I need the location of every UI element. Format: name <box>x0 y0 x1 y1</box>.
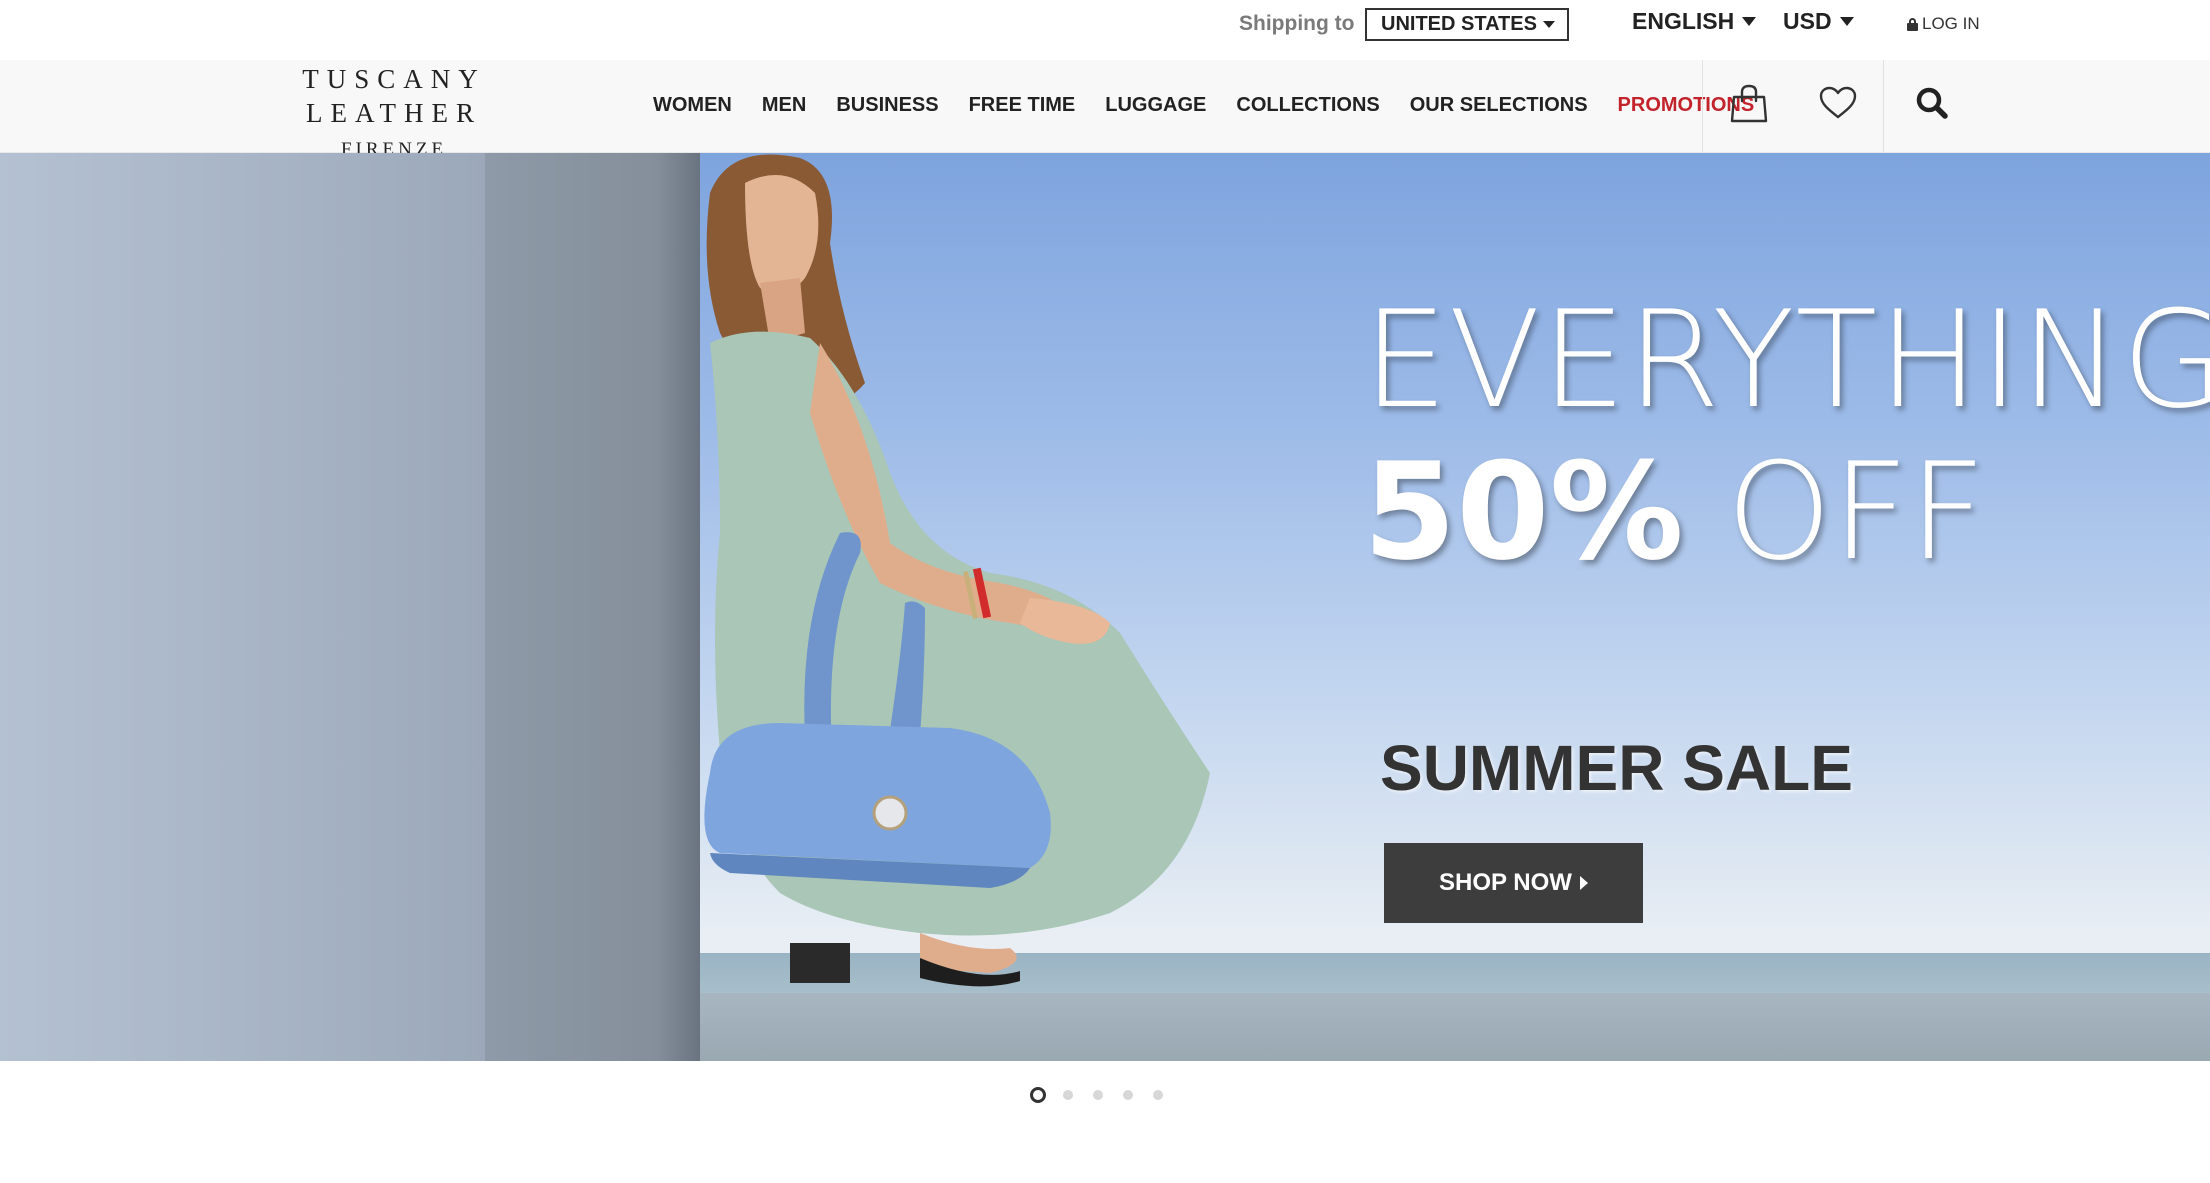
nav-item-business[interactable]: BUSINESS <box>836 93 938 117</box>
chevron-down-icon <box>1839 16 1854 26</box>
cart-button[interactable] <box>1724 78 1774 128</box>
currency-value: USD <box>1783 8 1832 34</box>
header-divider <box>1702 60 1703 153</box>
carousel-dot-1[interactable] <box>1030 1087 1046 1103</box>
currency-select[interactable]: USD <box>1783 8 1854 34</box>
brand-logo[interactable]: TUSCANY LEATHER FIRENZE <box>218 60 570 160</box>
carousel-dot-4[interactable] <box>1123 1090 1133 1100</box>
brand-name: TUSCANY LEATHER <box>302 64 486 128</box>
wishlist-button[interactable] <box>1813 78 1863 128</box>
heart-icon <box>1819 86 1857 119</box>
shop-now-button[interactable]: SHOP NOW <box>1384 843 1643 923</box>
nav-item-our-selections[interactable]: OUR SELECTIONS <box>1410 93 1588 117</box>
caret-right-icon <box>1579 876 1588 890</box>
search-icon <box>1916 87 1948 119</box>
hero-wall <box>0 153 490 1061</box>
country-value: UNITED STATES <box>1381 13 1537 35</box>
language-value: ENGLISH <box>1632 8 1735 34</box>
hero-model-illustration <box>704 154 1210 987</box>
main-nav: WOMEN MEN BUSINESS FREE TIME LUGGAGE COL… <box>653 93 1754 117</box>
language-select[interactable]: ENGLISH <box>1632 8 1757 34</box>
search-button[interactable] <box>1907 78 1957 128</box>
nav-item-men[interactable]: MEN <box>762 93 806 117</box>
hero-banner[interactable]: EVERYTHING 50% OFF SUMMER SALE SHOP NOW <box>0 153 2210 1061</box>
carousel-dot-5[interactable] <box>1153 1090 1163 1100</box>
login-link[interactable]: LOG IN <box>1907 14 1980 34</box>
hero-discount: 50% OFF <box>1363 442 1986 582</box>
chevron-down-icon <box>1742 16 1757 26</box>
shipping-label: Shipping to <box>1239 12 1355 35</box>
hero-discount-off: OFF <box>1726 434 1986 590</box>
login-label: LOG IN <box>1922 14 1980 33</box>
country-select[interactable]: UNITED STATES <box>1365 8 1569 41</box>
chevron-down-icon <box>1542 21 1555 28</box>
carousel-dot-3[interactable] <box>1093 1090 1103 1100</box>
nav-item-women[interactable]: WOMEN <box>653 93 732 117</box>
hero-pillar <box>485 153 700 1061</box>
nav-item-collections[interactable]: COLLECTIONS <box>1236 93 1379 117</box>
top-utility-bar: Shipping to UNITED STATES ENGLISH USD LO… <box>0 0 2210 60</box>
shopping-bag-icon <box>1730 84 1768 123</box>
hero-subheadline: SUMMER SALE <box>1380 732 1853 804</box>
shop-now-label: SHOP NOW <box>1439 869 1572 896</box>
header-divider <box>1883 60 1884 153</box>
hero-discount-percent: 50% <box>1363 434 1684 590</box>
carousel-dot-2[interactable] <box>1063 1090 1073 1100</box>
lock-icon <box>1907 17 1918 31</box>
nav-item-free-time[interactable]: FREE TIME <box>969 93 1076 117</box>
hero-headline: EVERYTHING <box>1363 282 2210 438</box>
nav-item-luggage[interactable]: LUGGAGE <box>1105 93 1206 117</box>
